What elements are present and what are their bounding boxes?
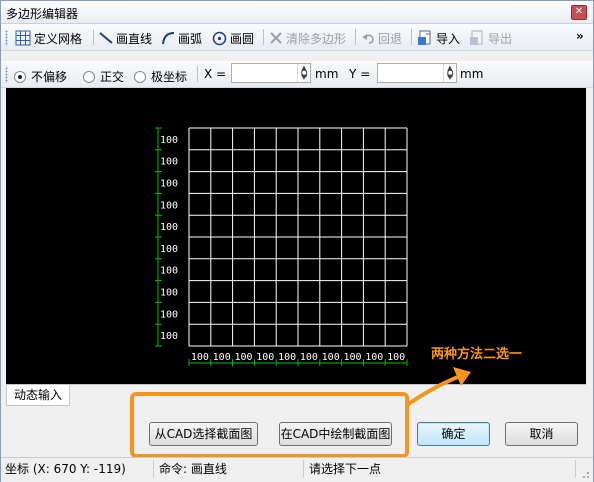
options-separator [197,66,198,82]
annotation-highlight-box [130,392,409,458]
radio-unselected-icon [83,70,95,83]
y-spinner-arrows-icon[interactable]: ▲ ▼ [443,64,456,82]
undo-label: 回退 [378,31,403,46]
status-coordinates: 坐标 (X: 670 Y: -119) [5,462,126,476]
annotation-arrow-icon [405,367,471,407]
status-separator [575,460,576,478]
overflow-chevron-icon: » [576,29,584,43]
status-separator [153,460,154,478]
import-button[interactable]: 导入 [417,29,460,47]
clear-x-icon [270,32,282,44]
optbar-grip-icon[interactable] [5,67,8,83]
column-dimension-label: 100 [322,352,340,363]
polygon-editor-dialog: 多边形编辑器 ✕ 定义网格 画直线 画弧 画圆 清除多边形 回退 导入 导出 »… [0,0,594,482]
polar-radio[interactable]: 极坐标 [134,68,187,85]
radio-selected-icon [14,70,26,83]
status-separator [303,460,304,478]
draw-line-button[interactable]: 画直线 [99,29,152,47]
ok-button[interactable]: 确定 [417,422,490,446]
status-bar: 坐标 (X: 670 Y: -119) 命令: 画直线 请选择下一点 [1,457,593,482]
drawing-canvas[interactable]: 100 100 100 100 100 100 100 100 100 100 100 100 100 1… [6,88,586,384]
status-prompt: 请选择下一点 [309,462,382,476]
row-dimension-label: 100 [160,266,178,277]
ortho-radio[interactable]: 正交 [83,68,124,85]
undo-button[interactable]: 回退 [361,29,402,47]
row-dimension-label: 100 [160,244,178,255]
ortho-label: 正交 [100,70,125,84]
undo-icon [362,34,374,44]
line-icon [99,32,113,44]
close-icon: ✕ [574,6,584,17]
toolbar-separator [355,29,356,45]
row-dimension-label: 100 [160,135,178,146]
column-dimension-label: 100 [365,352,383,363]
column-dimension-label: 100 [343,352,361,363]
column-dimension-label: 100 [234,352,252,363]
toolbar-overflow-button[interactable]: » [576,27,584,45]
circle-icon [212,31,227,45]
toolbar-separator [93,29,94,45]
row-dimension-label: 100 [160,331,178,342]
row-dimension-label: 100 [160,179,178,190]
no-offset-radio[interactable]: 不偏移 [14,68,67,85]
row-dimension-label: 100 [160,157,178,168]
resize-grip-icon[interactable] [580,469,590,479]
define-grid-button[interactable]: 定义网格 [15,29,82,47]
arc-icon [162,32,175,45]
x-label: X = [204,67,227,81]
title-bar[interactable]: 多边形编辑器 ✕ [1,1,593,24]
toolbar: 定义网格 画直线 画弧 画圆 清除多边形 回退 导入 导出 » [1,24,593,51]
export-button[interactable]: 导出 [469,29,512,47]
x-spinner-arrows-icon[interactable]: ▲ ▼ [297,64,310,82]
export-icon [470,30,483,45]
column-dimension-label: 100 [191,352,209,363]
draw-circle-button[interactable]: 画圆 [212,29,254,47]
grid-icon [15,30,31,46]
draw-arc-label: 画弧 [178,31,203,46]
export-label: 导出 [488,31,513,46]
annotation-text: 两种方法二选一 [431,347,523,362]
row-dimension-label: 100 [160,288,178,299]
row-dimension-label: 100 [160,222,178,233]
column-dimension-label: 100 [300,352,318,363]
close-button[interactable]: ✕ [571,5,587,20]
column-dimension-label: 100 [278,352,296,363]
toolbar-separator [263,29,264,45]
coordinate-options-bar: 不偏移 正交 极坐标 X = ▲▼ mm Y = ▲▼ mm [1,61,593,88]
x-unit: mm [315,67,339,81]
radio-unselected-icon [134,70,146,83]
grid-drawing: 100100100100100100100100100100100 100 100 1… [155,127,408,366]
draw-arc-button[interactable]: 画弧 [161,29,202,47]
import-label: 导入 [436,31,461,46]
cancel-button[interactable]: 取消 [505,422,578,446]
clear-polygon-label: 清除多边形 [286,31,347,46]
y-unit: mm [460,67,484,81]
no-offset-label: 不偏移 [31,70,68,84]
draw-line-label: 画直线 [116,31,153,46]
row-dimension-label: 100 [160,309,178,320]
column-dimension-label: 100 [256,352,274,363]
status-command: 命令: 画直线 [159,462,227,476]
clear-polygon-button[interactable]: 清除多边形 [269,29,346,47]
column-dimension-label: 100 [213,352,231,363]
tab-dynamic-input[interactable]: 动态输入 [6,385,70,406]
import-icon [418,30,431,45]
toolbar-separator [411,29,412,45]
window-title: 多边形编辑器 [6,7,79,21]
y-coordinate-input[interactable]: ▲▼ [377,63,457,83]
x-coordinate-input[interactable]: ▲▼ [231,63,311,83]
toolbar-grip-icon[interactable] [5,30,8,46]
polar-label: 极坐标 [151,70,188,84]
row-dimension-label: 100 [160,200,178,211]
define-grid-label: 定义网格 [34,31,83,46]
y-label: Y = [349,67,371,81]
draw-circle-label: 画圆 [230,31,255,46]
